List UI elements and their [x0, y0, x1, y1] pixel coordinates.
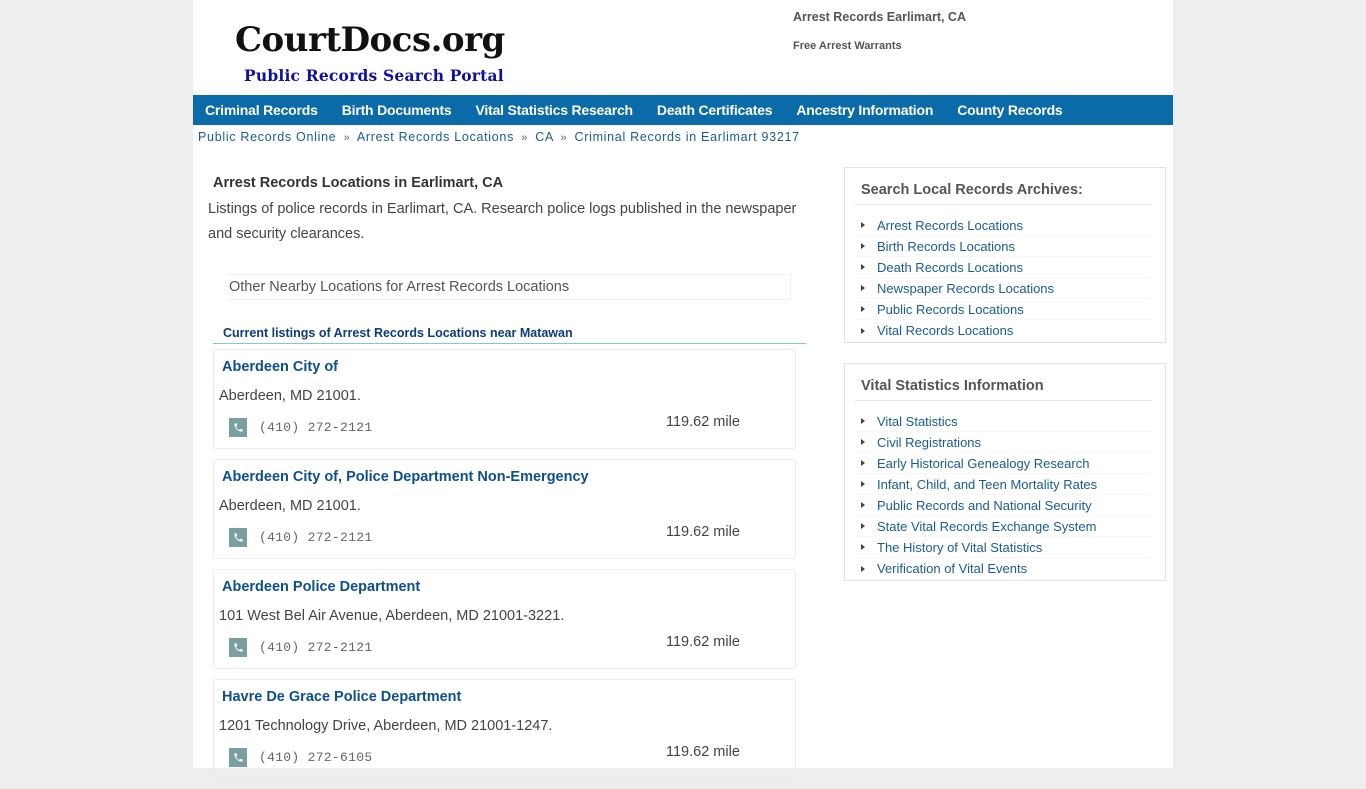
- nav-birth-documents[interactable]: Birth Documents: [342, 102, 452, 118]
- sidebar-link-vital-records[interactable]: Vital Records Locations: [877, 323, 1013, 338]
- sidebar-item: Newspaper Records Locations: [855, 278, 1151, 299]
- caret-right-icon: [861, 222, 865, 228]
- caret-right-icon: [861, 481, 865, 487]
- listing-distance: 119.62 mile: [666, 744, 740, 760]
- listing-address: Aberdeen, MD 21001.: [219, 388, 361, 404]
- sidebar-item: Arrest Records Locations: [855, 215, 1151, 236]
- breadcrumb-ca[interactable]: CA: [535, 130, 553, 144]
- sidebar-link-civil-registrations[interactable]: Civil Registrations: [877, 435, 981, 450]
- sidebar-item: Public Records Locations: [855, 299, 1151, 320]
- sidebar-link-public-records[interactable]: Public Records Locations: [877, 302, 1024, 317]
- sidebar-link-records-exchange[interactable]: State Vital Records Exchange System: [877, 519, 1096, 534]
- listing-card: Havre De Grace Police Department 1201 Te…: [213, 679, 796, 779]
- page-description: Listings of police records in Earlimart,…: [208, 201, 797, 242]
- breadcrumb-public-records-online[interactable]: Public Records Online: [198, 130, 336, 144]
- listing-title[interactable]: Havre De Grace Police Department: [222, 689, 461, 705]
- sidebar-item: Infant, Child, and Teen Mortality Rates: [855, 474, 1151, 495]
- main-content: Arrest Records Locations in Earlimart, C…: [208, 175, 806, 789]
- breadcrumb-separator: »: [521, 132, 529, 144]
- sidebar-item: Death Records Locations: [855, 257, 1151, 278]
- sidebar-link-vital-statistics[interactable]: Vital Statistics: [877, 414, 958, 429]
- sidebar-item: The History of Vital Statistics: [855, 537, 1151, 558]
- listing-address: 1201 Technology Drive, Aberdeen, MD 2100…: [219, 718, 553, 734]
- phone-icon: [229, 748, 247, 767]
- listing-address: 101 West Bel Air Avenue, Aberdeen, MD 21…: [219, 608, 565, 624]
- breadcrumb-arrest-records-locations[interactable]: Arrest Records Locations: [357, 130, 514, 144]
- nav-death-certificates[interactable]: Death Certificates: [657, 102, 773, 118]
- sidebar-item: State Vital Records Exchange System: [855, 516, 1151, 537]
- phone-icon: [229, 528, 247, 547]
- header-link-arrest-warrants[interactable]: Free Arrest Warrants: [793, 40, 966, 52]
- site-header: CourtDocs.org Public Records Search Port…: [193, 0, 1173, 95]
- listing-phone[interactable]: (410) 272-2121: [259, 420, 372, 435]
- page: CourtDocs.org Public Records Search Port…: [193, 0, 1173, 779]
- site-tagline: Public Records Search Portal: [244, 66, 504, 85]
- breadcrumb-criminal-records-earlimart[interactable]: Criminal Records in Earlimart 93217: [575, 130, 800, 144]
- breadcrumb-separator: »: [560, 132, 568, 144]
- sidebar-item: Verification of Vital Events: [855, 558, 1151, 579]
- nav-criminal-records[interactable]: Criminal Records: [205, 102, 318, 118]
- site-logo[interactable]: CourtDocs.org: [235, 20, 505, 60]
- sidebar-item: Public Records and National Security: [855, 495, 1151, 516]
- caret-right-icon: [861, 460, 865, 466]
- listing-phone[interactable]: (410) 272-2121: [259, 530, 372, 545]
- caret-right-icon: [861, 327, 865, 334]
- phone-icon: [229, 418, 247, 437]
- sidebar-item: Birth Records Locations: [855, 236, 1151, 257]
- sidebar-vital-box: Vital Statistics Information Vital Stati…: [844, 363, 1166, 581]
- listing-title[interactable]: Aberdeen City of: [222, 359, 338, 375]
- caret-right-icon: [861, 523, 865, 529]
- caret-right-icon: [861, 544, 865, 550]
- listing-distance: 119.62 mile: [666, 414, 740, 430]
- caret-right-icon: [861, 565, 865, 572]
- caret-right-icon: [861, 418, 865, 424]
- caret-right-icon: [861, 243, 865, 249]
- sidebar-item: Civil Registrations: [855, 432, 1151, 453]
- sidebar-link-newspaper-records[interactable]: Newspaper Records Locations: [877, 281, 1054, 296]
- breadcrumb-separator: »: [343, 132, 351, 144]
- listing-distance: 119.62 mile: [666, 524, 740, 540]
- sidebar-item: Vital Records Locations: [855, 320, 1151, 341]
- phone-icon: [229, 638, 247, 657]
- listing-phone[interactable]: (410) 272-2121: [259, 640, 372, 655]
- sidebar-archives-box: Search Local Records Archives: Arrest Re…: [844, 167, 1166, 343]
- listing-card: Aberdeen City of, Police Department Non-…: [213, 459, 796, 559]
- listing-distance: 119.62 mile: [666, 634, 740, 650]
- header-links: Arrest Records Earlimart, CA Free Arrest…: [793, 10, 966, 52]
- sidebar-item: Early Historical Genealogy Research: [855, 453, 1151, 474]
- sidebar-link-verification-vital-events[interactable]: Verification of Vital Events: [877, 561, 1027, 576]
- sidebar-link-genealogy-research[interactable]: Early Historical Genealogy Research: [877, 456, 1089, 471]
- caret-right-icon: [861, 306, 865, 312]
- nav-ancestry-information[interactable]: Ancestry Information: [796, 102, 933, 118]
- sidebar-link-arrest-records[interactable]: Arrest Records Locations: [877, 218, 1023, 233]
- caret-right-icon: [861, 439, 865, 445]
- sidebar-link-death-records[interactable]: Death Records Locations: [877, 260, 1023, 275]
- sidebar-link-birth-records[interactable]: Birth Records Locations: [877, 239, 1015, 254]
- listing-card: Aberdeen Police Department 101 West Bel …: [213, 569, 796, 669]
- breadcrumb: Public Records Online » Arrest Records L…: [193, 125, 1173, 155]
- sidebar-archives-title: Search Local Records Archives:: [855, 168, 1151, 205]
- header-link-arrest-records[interactable]: Arrest Records Earlimart, CA: [793, 10, 966, 24]
- nav-county-records[interactable]: County Records: [957, 102, 1063, 118]
- sidebar-link-mortality-rates[interactable]: Infant, Child, and Teen Mortality Rates: [877, 477, 1097, 492]
- page-title: Arrest Records Locations in Earlimart, C…: [213, 175, 504, 191]
- nav-vital-statistics-research[interactable]: Vital Statistics Research: [476, 102, 634, 118]
- sidebar-vital-title: Vital Statistics Information: [855, 364, 1151, 401]
- listing-title[interactable]: Aberdeen City of, Police Department Non-…: [222, 469, 589, 485]
- caret-right-icon: [861, 502, 865, 508]
- sidebar-item: Vital Statistics: [855, 411, 1151, 432]
- listings-heading: Current listings of Arrest Records Locat…: [213, 326, 806, 344]
- sidebar-link-history-vital-statistics[interactable]: The History of Vital Statistics: [877, 540, 1042, 555]
- caret-right-icon: [861, 285, 865, 291]
- listing-phone[interactable]: (410) 272-6105: [259, 750, 372, 765]
- main-nav: Criminal Records Birth Documents Vital S…: [193, 95, 1173, 125]
- caret-right-icon: [861, 264, 865, 270]
- listing-address: Aberdeen, MD 21001.: [219, 498, 361, 514]
- sidebar-link-national-security[interactable]: Public Records and National Security: [877, 498, 1092, 513]
- nearby-locations-box: Other Nearby Locations for Arrest Record…: [228, 274, 791, 300]
- listing-card: Aberdeen City of Aberdeen, MD 21001. (41…: [213, 349, 796, 449]
- listing-title[interactable]: Aberdeen Police Department: [222, 579, 420, 595]
